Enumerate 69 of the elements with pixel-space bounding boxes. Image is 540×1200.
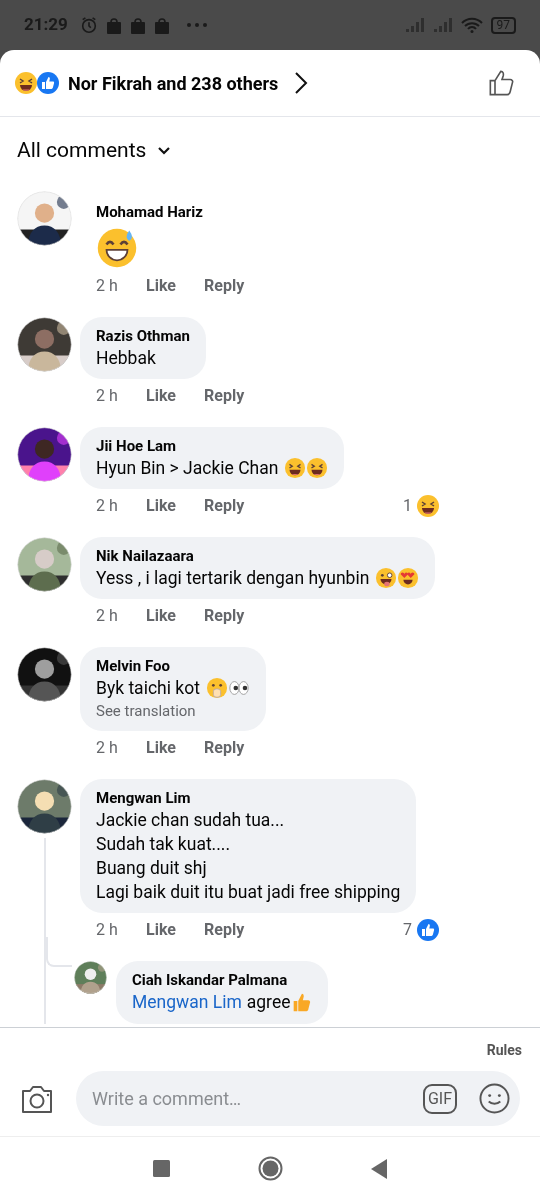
shopping-bag-icon bbox=[105, 16, 122, 34]
commenter-name[interactable]: Mengwan Lim bbox=[96, 788, 401, 808]
reaction-count: 7 bbox=[403, 919, 412, 941]
sort-dropdown[interactable]: All comments bbox=[17, 135, 171, 167]
comment-time: 2 h bbox=[96, 495, 119, 517]
like-link[interactable]: Like bbox=[146, 384, 204, 408]
gif-button[interactable]: GIF bbox=[422, 1083, 457, 1114]
caret-icon bbox=[158, 146, 171, 155]
comment-time: 2 h bbox=[96, 385, 119, 407]
tongue-emoji-icon bbox=[375, 567, 398, 589]
comment-text: Lagi baik duit itu buat jadi free shipping bbox=[96, 881, 401, 904]
wifi-icon bbox=[460, 17, 483, 33]
like-link[interactable]: Like bbox=[146, 494, 204, 518]
comment-time: 2 h bbox=[96, 605, 119, 627]
reply-link[interactable]: Reply bbox=[204, 384, 245, 408]
alarm-icon bbox=[79, 16, 98, 34]
signal-icon bbox=[404, 18, 425, 32]
comment-text: Hebbak bbox=[96, 347, 156, 370]
like-link[interactable]: Like bbox=[146, 918, 204, 942]
commenter-name[interactable]: Mohamad Hariz bbox=[96, 200, 440, 223]
comment-text: Byk taichi kot bbox=[96, 677, 200, 700]
reply-link[interactable]: Reply bbox=[204, 736, 245, 760]
comment-text: Sudah tak kuat.... bbox=[96, 833, 231, 856]
commenter-name[interactable]: Nik Nailazaara bbox=[96, 546, 420, 566]
more-icon bbox=[185, 22, 208, 28]
camera-icon[interactable] bbox=[20, 1083, 54, 1114]
commenter-name[interactable]: Jii Hoe Lam bbox=[96, 436, 329, 456]
signal-icon bbox=[432, 18, 453, 32]
shopping-bag-icon bbox=[129, 16, 146, 34]
comment-text: Jackie chan sudah tua... bbox=[96, 809, 285, 832]
thumbs-up-icon[interactable] bbox=[488, 69, 516, 97]
chevron-right-icon[interactable] bbox=[294, 71, 309, 95]
comment-field[interactable]: Write a comment… GIF bbox=[76, 1071, 520, 1126]
like-reaction-icon bbox=[416, 918, 440, 942]
like-reaction-icon bbox=[36, 71, 60, 96]
commenter-name[interactable]: Ciah Iskandar Palmana bbox=[132, 970, 313, 990]
mention-link[interactable]: Mengwan Lim bbox=[132, 990, 242, 1014]
reply-link[interactable]: Reply bbox=[204, 604, 245, 628]
home-icon[interactable] bbox=[258, 1156, 283, 1181]
back-icon[interactable] bbox=[371, 1158, 387, 1179]
laughing-emoji-icon bbox=[14, 71, 38, 96]
sweat-grin-emoji-icon bbox=[96, 227, 138, 269]
commenter-name[interactable]: Melvin Foo bbox=[96, 656, 250, 676]
comment-text: Hyun Bin > Jackie Chan bbox=[96, 457, 279, 480]
reply-link[interactable]: Reply bbox=[204, 274, 245, 298]
comment-time: 2 h bbox=[96, 737, 119, 759]
comment-text: Buang duit shj bbox=[96, 857, 207, 880]
commenter-name[interactable]: Razis Othman bbox=[96, 326, 190, 346]
like-link[interactable]: Like bbox=[146, 274, 204, 298]
comment-time: 2 h bbox=[96, 919, 119, 941]
comment-time: 2 h bbox=[96, 275, 119, 297]
laughing-emoji-icon bbox=[306, 457, 329, 479]
laughing-emoji-icon bbox=[284, 457, 307, 479]
comment-text: Yess , i lagi tertarik dengan hyunbin bbox=[96, 567, 370, 590]
reply-link[interactable]: Reply bbox=[204, 494, 245, 518]
reactions-summary[interactable]: Nor Fikrah and 238 others bbox=[68, 69, 279, 97]
heart-eyes-emoji-icon bbox=[397, 567, 420, 589]
see-translation-link[interactable]: See translation bbox=[96, 700, 250, 722]
reaction-count: 1 bbox=[403, 495, 412, 517]
thread-connector bbox=[46, 937, 72, 967]
shopping-bag-icon bbox=[153, 16, 170, 34]
laughing-emoji-icon bbox=[416, 494, 440, 518]
hand-over-mouth-emoji-icon bbox=[205, 677, 228, 699]
like-link[interactable]: Like bbox=[146, 604, 204, 628]
reply-link[interactable]: Reply bbox=[204, 918, 245, 942]
like-link[interactable]: Like bbox=[146, 736, 204, 760]
comment-text: agree bbox=[246, 991, 291, 1014]
smiley-icon[interactable] bbox=[479, 1083, 510, 1114]
rules-link[interactable]: Rules bbox=[486, 1040, 522, 1061]
